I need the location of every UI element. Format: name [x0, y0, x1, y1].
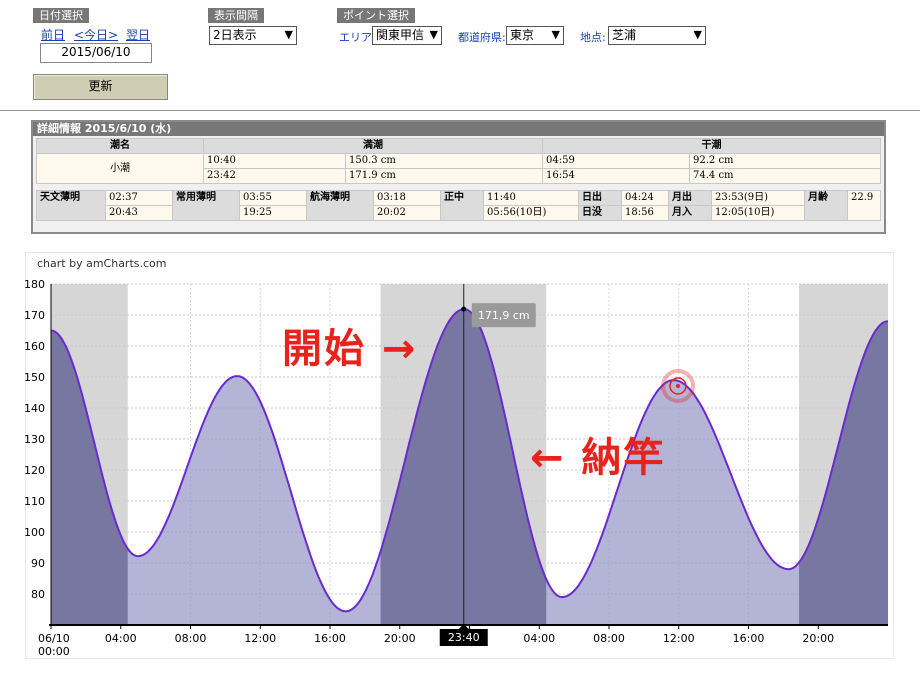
cursor-dot: [461, 306, 467, 312]
x-tick-label: 16:00: [314, 632, 346, 645]
x-tick-label: 06/10: [38, 632, 70, 645]
x-tick-label: 20:00: [384, 632, 416, 645]
y-tick-label: 140: [24, 402, 45, 415]
x-tick-label: 04:00: [105, 632, 137, 645]
y-tick-label: 110: [24, 495, 45, 508]
y-tick-label: 120: [24, 464, 45, 477]
annotation-end: ← 納竿: [530, 435, 666, 481]
x-tick-label: 20:00: [802, 632, 834, 645]
x-tick-label: 00:00: [38, 645, 70, 658]
x-tick-label: 16:00: [733, 632, 765, 645]
y-tick-label: 90: [31, 557, 45, 570]
x-tick-label: 04:00: [523, 632, 555, 645]
x-tick-label: 08:00: [175, 632, 207, 645]
y-tick-label: 150: [24, 371, 45, 384]
y-tick-label: 80: [31, 588, 45, 601]
y-tick-label: 160: [24, 340, 45, 353]
cursor-tooltip-label: 171,9 cm: [478, 309, 530, 322]
circle-marker-icon: [676, 384, 680, 388]
y-tick-label: 130: [24, 433, 45, 446]
tide-chart[interactable]: 80 90 100 110 120 130 140 150 160 170 180 06/1000:…: [0, 0, 920, 699]
annotation-start: 開始 →: [282, 326, 418, 372]
y-tick-label: 180: [24, 278, 45, 291]
cursor-time-label: 23:40: [448, 631, 480, 644]
y-tick-label: 170: [24, 309, 45, 322]
x-tick-label: 12:00: [244, 632, 276, 645]
x-tick-label: 12:00: [663, 632, 695, 645]
x-tick-label: 08:00: [593, 632, 625, 645]
y-tick-label: 100: [24, 526, 45, 539]
